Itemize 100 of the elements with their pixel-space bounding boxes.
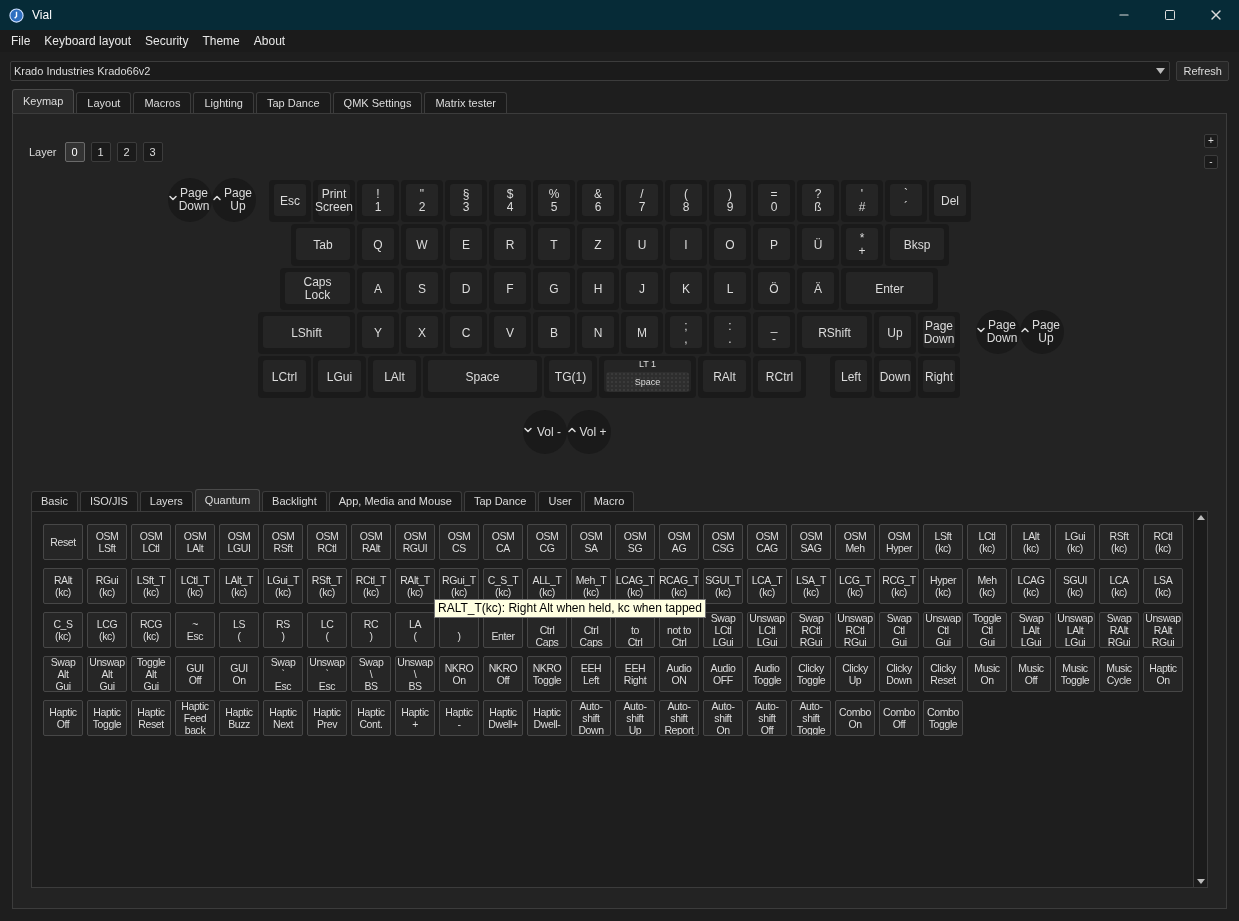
key[interactable]: Q xyxy=(357,224,399,266)
keycode-button[interactable]: Haptic Next xyxy=(263,700,303,736)
zoom-button[interactable]: - xyxy=(1204,155,1218,169)
key[interactable]: ; , xyxy=(665,312,707,354)
keycode-button[interactable]: RCG_T (kc) xyxy=(879,568,919,604)
key[interactable]: E xyxy=(445,224,487,266)
key[interactable]: § 3 xyxy=(445,180,487,222)
keycode-button[interactable]: Unswap LAlt LGui xyxy=(1055,612,1095,648)
menu-item[interactable]: File xyxy=(11,32,31,50)
encoder-button[interactable]: Page Up xyxy=(212,178,256,222)
key[interactable]: N xyxy=(577,312,619,354)
keycode-button[interactable]: Music Toggle xyxy=(1055,656,1095,692)
keycode-button[interactable]: Toggle Alt Gui xyxy=(131,656,171,692)
keycode-button[interactable]: Haptic Prev xyxy=(307,700,347,736)
keycode-button[interactable]: LA ( xyxy=(395,612,435,648)
keycode-button[interactable]: Haptic Reset xyxy=(131,700,171,736)
key[interactable]: ? ß xyxy=(797,180,839,222)
keycode-button[interactable]: LC ( xyxy=(307,612,347,648)
keycode-button[interactable]: LSft (kc) xyxy=(923,524,963,560)
key[interactable]: H xyxy=(577,268,619,310)
key[interactable]: T xyxy=(533,224,575,266)
keycode-button[interactable]: OSM Hyper xyxy=(879,524,919,560)
zoom-button[interactable]: + xyxy=(1204,134,1218,148)
tab[interactable]: User xyxy=(538,491,582,511)
keycode-button[interactable]: OSM SAG xyxy=(791,524,831,560)
keycode-button[interactable]: Swap \ BS xyxy=(351,656,391,692)
key[interactable]: I xyxy=(665,224,707,266)
keycode-button[interactable]: LSA (kc) xyxy=(1143,568,1183,604)
layer-button[interactable]: 0 xyxy=(64,142,85,162)
keycode-button[interactable]: Haptic + xyxy=(395,700,435,736)
key[interactable]: Up xyxy=(874,312,916,354)
menu-item[interactable]: Security xyxy=(145,32,189,50)
keycode-button[interactable]: OSM RCtl xyxy=(307,524,347,560)
keycode-button[interactable]: RC ) xyxy=(351,612,391,648)
key[interactable]: ) 9 xyxy=(709,180,751,222)
key[interactable]: RCtrl xyxy=(753,356,806,398)
keycode-button[interactable]: Combo On xyxy=(835,700,875,736)
key[interactable]: = 0 xyxy=(753,180,795,222)
keycode-button[interactable]: RSft_T (kc) xyxy=(307,568,347,604)
key[interactable]: A xyxy=(357,268,399,310)
tab[interactable]: Macros xyxy=(133,92,192,113)
key[interactable]: : . xyxy=(709,312,751,354)
key[interactable]: Ö xyxy=(753,268,795,310)
keycode-button[interactable]: LGui (kc) xyxy=(1055,524,1095,560)
tab[interactable]: App, Media and Mouse xyxy=(328,491,462,511)
keycode-button[interactable]: ~ Esc xyxy=(175,612,215,648)
keycode-button[interactable]: Swap Alt Gui xyxy=(43,656,83,692)
keycode-button[interactable]: RCtl_T (kc) xyxy=(351,568,391,604)
key[interactable]: RShift xyxy=(797,312,872,354)
refresh-button[interactable]: Refresh xyxy=(1176,61,1229,81)
keycode-button[interactable]: GUI On xyxy=(219,656,259,692)
keycode-button[interactable]: Unswap ` Esc xyxy=(307,656,347,692)
key[interactable]: M xyxy=(621,312,663,354)
key[interactable]: LShift xyxy=(258,312,355,354)
key[interactable]: Left xyxy=(830,356,872,398)
key[interactable]: TG(1) xyxy=(544,356,597,398)
encoder-button[interactable]: Page Down xyxy=(976,310,1020,354)
keycode-button[interactable]: Haptic Cont. xyxy=(351,700,391,736)
keycode-button[interactable]: Swap RCtl RGui xyxy=(791,612,831,648)
keycode-button[interactable]: LGui_T (kc) xyxy=(263,568,303,604)
keycode-button[interactable]: OSM SG xyxy=(615,524,655,560)
key[interactable]: K xyxy=(665,268,707,310)
keycode-button[interactable]: Music Cycle xyxy=(1099,656,1139,692)
tab[interactable]: Layout xyxy=(76,92,132,113)
key[interactable]: R xyxy=(489,224,531,266)
key[interactable]: Ä xyxy=(797,268,839,310)
keycode-button[interactable]: SGUI (kc) xyxy=(1055,568,1095,604)
keycode-button[interactable]: Haptic Dwell+ xyxy=(483,700,523,736)
keycode-button[interactable]: Unswap Alt Gui xyxy=(87,656,127,692)
key[interactable]: LCtrl xyxy=(258,356,311,398)
keycode-button[interactable]: LCA (kc) xyxy=(1099,568,1139,604)
key[interactable]: S xyxy=(401,268,443,310)
keycode-button[interactable]: LCtl (kc) xyxy=(967,524,1007,560)
key[interactable]: O xyxy=(709,224,751,266)
key[interactable]: L xyxy=(709,268,751,310)
key[interactable]: Z xyxy=(577,224,619,266)
keycode-button[interactable]: NKRO Off xyxy=(483,656,523,692)
keycode-button[interactable]: OSM RAlt xyxy=(351,524,391,560)
keycode-button[interactable]: GUI Off xyxy=(175,656,215,692)
tab[interactable]: Tap Dance xyxy=(256,92,331,113)
keycode-button[interactable]: Clicky Up xyxy=(835,656,875,692)
keycode-button[interactable]: Haptic - xyxy=(439,700,479,736)
key[interactable]: " 2 xyxy=(401,180,443,222)
keycode-button[interactable]: Haptic Buzz xyxy=(219,700,259,736)
keycode-button[interactable]: LAlt_T (kc) xyxy=(219,568,259,604)
key[interactable]: J xyxy=(621,268,663,310)
keycode-button[interactable]: OSM CAG xyxy=(747,524,787,560)
keycode-button[interactable]: Haptic Feed back xyxy=(175,700,215,736)
keycode-button[interactable]: RCtl (kc) xyxy=(1143,524,1183,560)
keycode-button[interactable]: RAlt (kc) xyxy=(43,568,83,604)
key[interactable]: X xyxy=(401,312,443,354)
keycode-button[interactable]: Unswap LCtl LGui xyxy=(747,612,787,648)
key[interactable]: / 7 xyxy=(621,180,663,222)
keycode-button[interactable]: Auto- shift Down xyxy=(571,700,611,736)
keycode-button[interactable]: RS ) xyxy=(263,612,303,648)
keycode-button[interactable]: Combo Toggle xyxy=(923,700,963,736)
keycode-button[interactable]: Haptic Dwell- xyxy=(527,700,567,736)
keycode-button[interactable]: Haptic On xyxy=(1143,656,1183,692)
keycode-button[interactable]: Audio ON xyxy=(659,656,699,692)
key[interactable]: ! 1 xyxy=(357,180,399,222)
